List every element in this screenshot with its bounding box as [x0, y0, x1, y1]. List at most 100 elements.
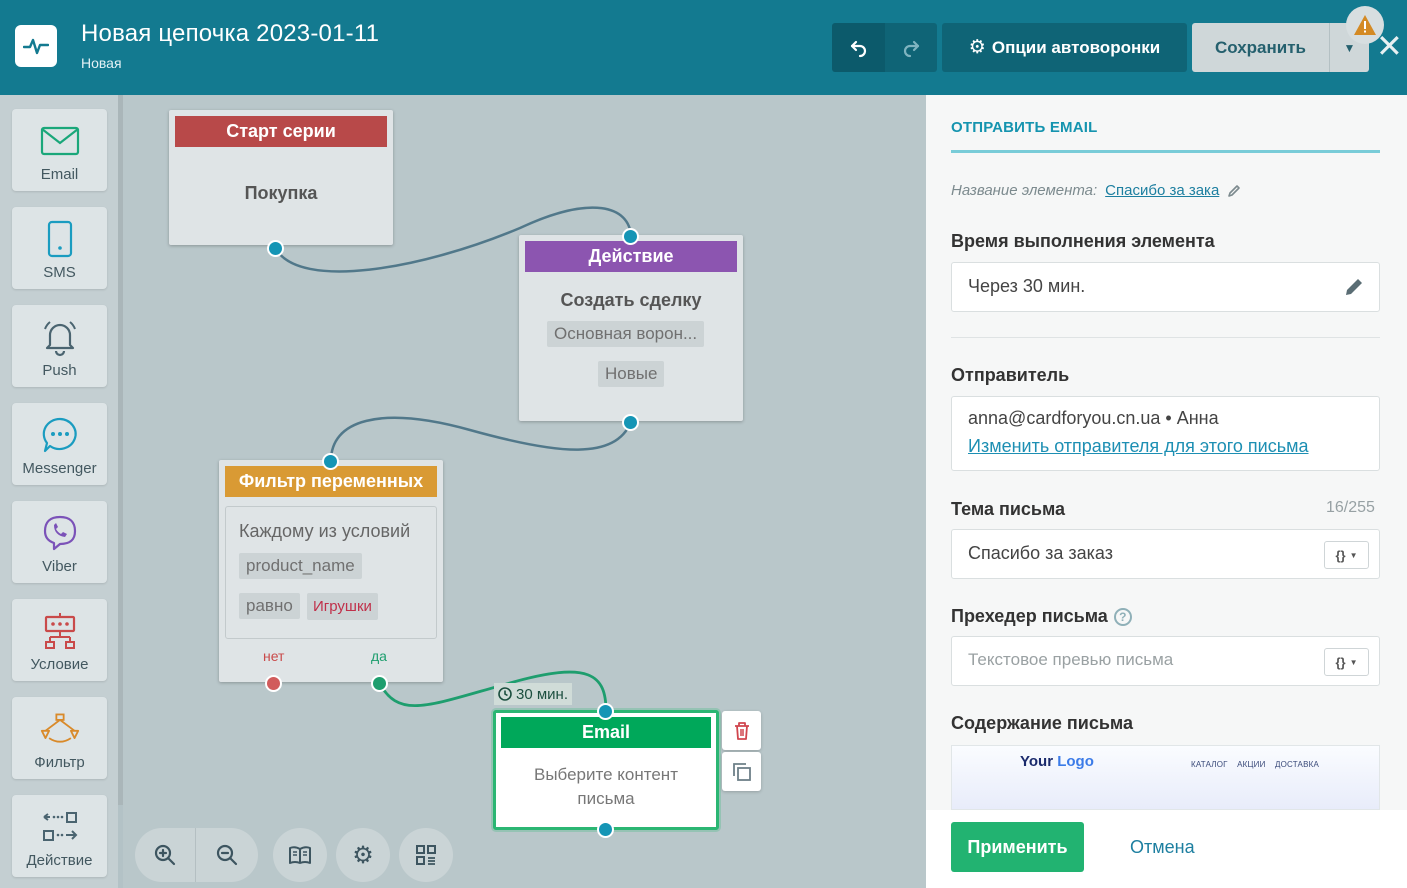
trash-icon: [734, 721, 749, 740]
zoom-controls: [135, 828, 258, 882]
chevron-down-icon: ▼: [1343, 40, 1356, 55]
duplicate-node-button[interactable]: [722, 752, 761, 791]
close-icon[interactable]: ✕: [1376, 30, 1403, 62]
output-port[interactable]: [597, 821, 614, 838]
zoom-in-button[interactable]: [135, 828, 196, 882]
action-node[interactable]: Действие Создать сделку Основная ворон..…: [519, 235, 743, 421]
subject-value: Спасибо за заказ: [968, 543, 1113, 563]
tool-label: SMS: [43, 264, 76, 281]
funnel-options-label: Опции автоворонки: [991, 37, 1161, 57]
tool-push[interactable]: Push: [12, 305, 107, 387]
output-port-yes[interactable]: [371, 675, 388, 692]
bell-icon: [40, 317, 80, 357]
input-port[interactable]: [322, 453, 339, 470]
canvas-settings-button[interactable]: ⚙: [336, 828, 390, 882]
status-subtitle: Новая: [81, 55, 122, 71]
delay-label: 30 мин.: [516, 685, 568, 703]
chat-bubble-icon: [40, 415, 80, 455]
email-node[interactable]: Email Выберите контент письма: [493, 710, 719, 830]
execution-time-label: Время выполнения элемента: [951, 231, 1215, 251]
app-logo-icon[interactable]: [15, 25, 57, 67]
delete-node-button[interactable]: [722, 711, 761, 750]
input-port[interactable]: [622, 228, 639, 245]
value-chip: Игрушки: [307, 593, 378, 620]
email-content-preview[interactable]: Your Logo КАТАЛОГ АКЦИИ ДОСТАВКА: [951, 745, 1380, 810]
tool-label: Viber: [42, 558, 77, 575]
subject-label: Тема письма: [951, 499, 1066, 519]
guide-button[interactable]: [273, 828, 327, 882]
phone-icon: [40, 219, 80, 259]
node-placeholder-text: Выберите контент письма: [534, 765, 678, 808]
preheader-placeholder: Текстовое превью письма: [968, 650, 1174, 669]
tool-sms[interactable]: SMS: [12, 207, 107, 289]
variable-filter-node[interactable]: Фильтр переменных Каждому из условий pro…: [219, 460, 443, 682]
change-sender-link[interactable]: Изменить отправителя для этого письма: [968, 436, 1309, 457]
pipeline-chip: Основная ворон...: [547, 321, 705, 347]
tool-label: Условие: [30, 656, 89, 673]
braces-icon: {}: [1335, 654, 1346, 670]
condition-mode-text: Каждому из условий: [239, 521, 411, 541]
tool-messenger[interactable]: Messenger: [12, 403, 107, 485]
tool-label: Фильтр: [34, 754, 85, 771]
save-button[interactable]: Сохранить: [1192, 23, 1329, 72]
viber-icon: [40, 513, 80, 553]
braces-icon: {}: [1335, 547, 1346, 563]
output-port[interactable]: [622, 414, 639, 431]
input-port[interactable]: [597, 703, 614, 720]
warning-icon: [1354, 15, 1376, 35]
field-chip: product_name: [239, 553, 362, 579]
node-header: Фильтр переменных: [225, 466, 437, 497]
apply-button[interactable]: Применить: [951, 822, 1084, 872]
subject-input[interactable]: Спасибо за заказ {} ▼: [951, 529, 1380, 579]
layout-button[interactable]: [399, 828, 453, 882]
subject-counter: 16/255: [1326, 499, 1375, 516]
output-port[interactable]: [267, 240, 284, 257]
chevron-down-icon: ▼: [1349, 657, 1358, 667]
preheader-label: Прехедер письма?: [951, 606, 1132, 627]
node-header: Старт серии: [175, 116, 387, 147]
chevron-down-icon: ▼: [1349, 550, 1358, 560]
preheader-input[interactable]: Текстовое превью письма {} ▼: [951, 636, 1380, 686]
panel-heading-underline: [951, 150, 1380, 153]
content-label: Содержание письма: [951, 713, 1133, 733]
delay-tag[interactable]: 30 мин.: [494, 683, 572, 705]
element-name-value[interactable]: Спасибо за зака: [1105, 182, 1219, 199]
sender-box: anna@cardforyou.cn.ua • Анна Изменить от…: [951, 396, 1380, 471]
undo-button[interactable]: [832, 23, 885, 72]
insert-variable-button[interactable]: {} ▼: [1324, 648, 1369, 676]
pencil-icon[interactable]: [1227, 184, 1241, 198]
tool-filter[interactable]: Фильтр: [12, 697, 107, 779]
execution-time-field[interactable]: Через 30 мин.: [951, 262, 1380, 312]
clock-icon: [498, 687, 512, 701]
redo-button[interactable]: [885, 23, 937, 72]
tool-label: Push: [42, 362, 77, 379]
tool-condition[interactable]: Условие: [12, 599, 107, 681]
node-header: Действие: [525, 241, 737, 272]
cancel-button[interactable]: Отмена: [1130, 837, 1195, 858]
start-series-node[interactable]: Старт серии Покупка: [169, 110, 393, 245]
element-name-label: Название элемента:: [951, 182, 1098, 199]
insert-variable-button[interactable]: {} ▼: [1324, 541, 1369, 569]
element-settings-panel: ОТПРАВИТЬ EMAIL Название элемента: Спаси…: [926, 95, 1407, 888]
preview-nav: КАТАЛОГ АКЦИИ ДОСТАВКА: [1191, 760, 1320, 769]
zoom-out-icon: [216, 844, 237, 866]
page-title: Новая цепочка 2023-01-11: [81, 20, 380, 47]
tool-action[interactable]: Действие: [12, 795, 107, 877]
sender-value: anna@cardforyou.cn.ua • Анна: [968, 408, 1219, 428]
gear-icon: ⚙: [968, 37, 986, 58]
top-header: Новая цепочка 2023-01-11 Новая ⚙ Опции а…: [0, 0, 1407, 95]
output-port-no[interactable]: [265, 675, 282, 692]
tool-label: Действие: [26, 852, 93, 869]
pencil-icon[interactable]: [1344, 277, 1364, 297]
zoom-out-button[interactable]: [196, 828, 257, 882]
undo-icon: [850, 40, 866, 57]
funnel-options-button[interactable]: ⚙ Опции автоворонки: [942, 23, 1187, 72]
tool-viber[interactable]: Viber: [12, 501, 107, 583]
element-name-row: Название элемента: Спасибо за зака: [951, 182, 1241, 199]
gear-icon: ⚙: [352, 841, 374, 869]
branch-no-label: нет: [263, 648, 285, 664]
help-icon[interactable]: ?: [1113, 608, 1132, 627]
redo-icon: [903, 40, 920, 57]
tool-email[interactable]: Email: [12, 109, 107, 191]
copy-icon: [732, 762, 751, 781]
